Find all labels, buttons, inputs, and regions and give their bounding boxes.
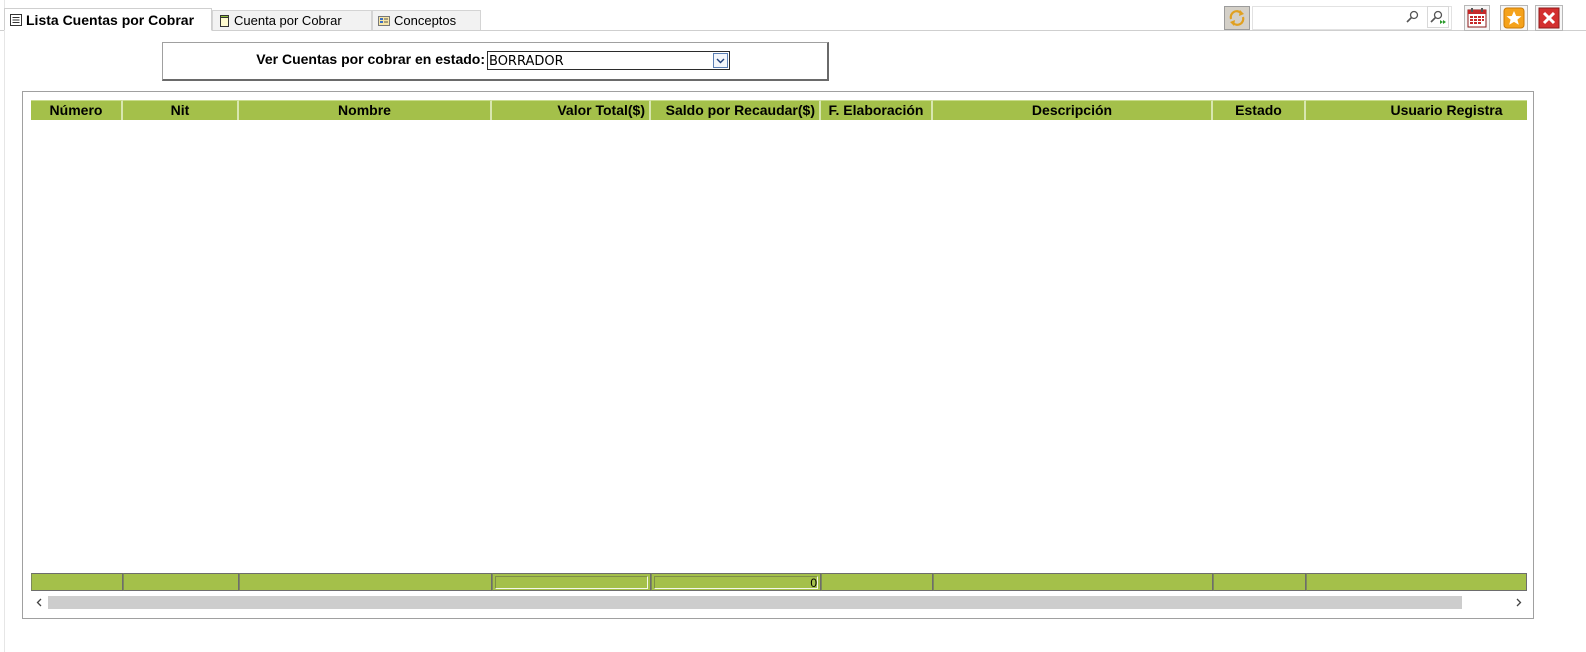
estado-select[interactable]: BORRADOR bbox=[487, 51, 730, 70]
close-button[interactable] bbox=[1535, 5, 1563, 31]
tab-label: Lista Cuentas por Cobrar bbox=[26, 11, 195, 28]
column-header-descripcion[interactable]: Descripción bbox=[933, 100, 1213, 120]
close-icon bbox=[1538, 7, 1560, 29]
column-header-numero[interactable]: Número bbox=[31, 100, 123, 120]
column-header-usuario-registra[interactable]: Usuario Registra bbox=[1306, 100, 1527, 120]
summary-cell bbox=[821, 573, 933, 591]
column-header-nombre[interactable]: Nombre bbox=[239, 100, 492, 120]
favorite-star-icon bbox=[1503, 7, 1525, 29]
document-icon bbox=[217, 14, 231, 28]
search-icon bbox=[1406, 10, 1419, 23]
tab-cuenta-por-cobrar[interactable]: Cuenta por Cobrar bbox=[212, 10, 372, 30]
summary-cell bbox=[1213, 573, 1306, 591]
concepts-icon bbox=[377, 14, 391, 28]
search-button[interactable] bbox=[1402, 6, 1424, 28]
summary-cell bbox=[239, 573, 492, 591]
window-left-edge bbox=[0, 0, 5, 652]
summary-cell-saldo-recaudar: 0 bbox=[651, 573, 821, 591]
scroll-right-button[interactable] bbox=[1510, 594, 1527, 611]
refresh-icon bbox=[1229, 10, 1245, 26]
list-icon bbox=[9, 13, 23, 27]
column-header-valor-total[interactable]: Valor Total($) bbox=[492, 100, 651, 120]
summary-cell bbox=[933, 573, 1213, 591]
column-header-fecha-elaboracion[interactable]: F. Elaboración bbox=[821, 100, 933, 120]
filter-label: Ver Cuentas por cobrar en estado: bbox=[256, 51, 485, 67]
scroll-thumb[interactable] bbox=[48, 596, 1462, 609]
calendar-button[interactable] bbox=[1464, 5, 1490, 31]
search-input[interactable] bbox=[1255, 9, 1404, 29]
advanced-search-button[interactable] bbox=[1427, 6, 1449, 28]
horizontal-scrollbar[interactable] bbox=[31, 594, 1527, 611]
favorite-button[interactable] bbox=[1500, 5, 1528, 31]
refresh-button[interactable] bbox=[1224, 6, 1250, 30]
chevron-left-icon bbox=[36, 598, 42, 607]
tab-lista-cuentas[interactable]: Lista Cuentas por Cobrar bbox=[4, 8, 212, 31]
summary-cell bbox=[123, 573, 239, 591]
tab-label: Conceptos bbox=[394, 13, 457, 28]
filter-panel: Ver Cuentas por cobrar en estado: BORRAD… bbox=[162, 42, 829, 81]
grid-summary-row: 0 bbox=[31, 573, 1527, 591]
saldo-total-value: 0 bbox=[654, 576, 818, 590]
summary-cell bbox=[1306, 573, 1527, 591]
chevron-right-icon bbox=[1516, 598, 1522, 607]
column-header-estado[interactable]: Estado bbox=[1213, 100, 1306, 120]
advanced-search-icon bbox=[1430, 10, 1446, 24]
column-header-saldo-recaudar[interactable]: Saldo por Recaudar($) bbox=[651, 100, 821, 120]
summary-cell bbox=[31, 573, 123, 591]
tab-conceptos[interactable]: Conceptos bbox=[372, 10, 481, 30]
cuentas-grid: Número Nit Nombre Valor Total($) Saldo p… bbox=[22, 91, 1534, 619]
calendar-icon bbox=[1467, 8, 1487, 28]
column-header-nit[interactable]: Nit bbox=[123, 100, 239, 120]
summary-cell-valor-total bbox=[492, 573, 651, 591]
grid-header-row: Número Nit Nombre Valor Total($) Saldo p… bbox=[31, 100, 1527, 120]
scroll-left-button[interactable] bbox=[31, 594, 48, 611]
tab-label: Cuenta por Cobrar bbox=[234, 13, 342, 28]
chevron-down-icon[interactable] bbox=[713, 53, 728, 68]
estado-select-value: BORRADOR bbox=[489, 54, 564, 69]
